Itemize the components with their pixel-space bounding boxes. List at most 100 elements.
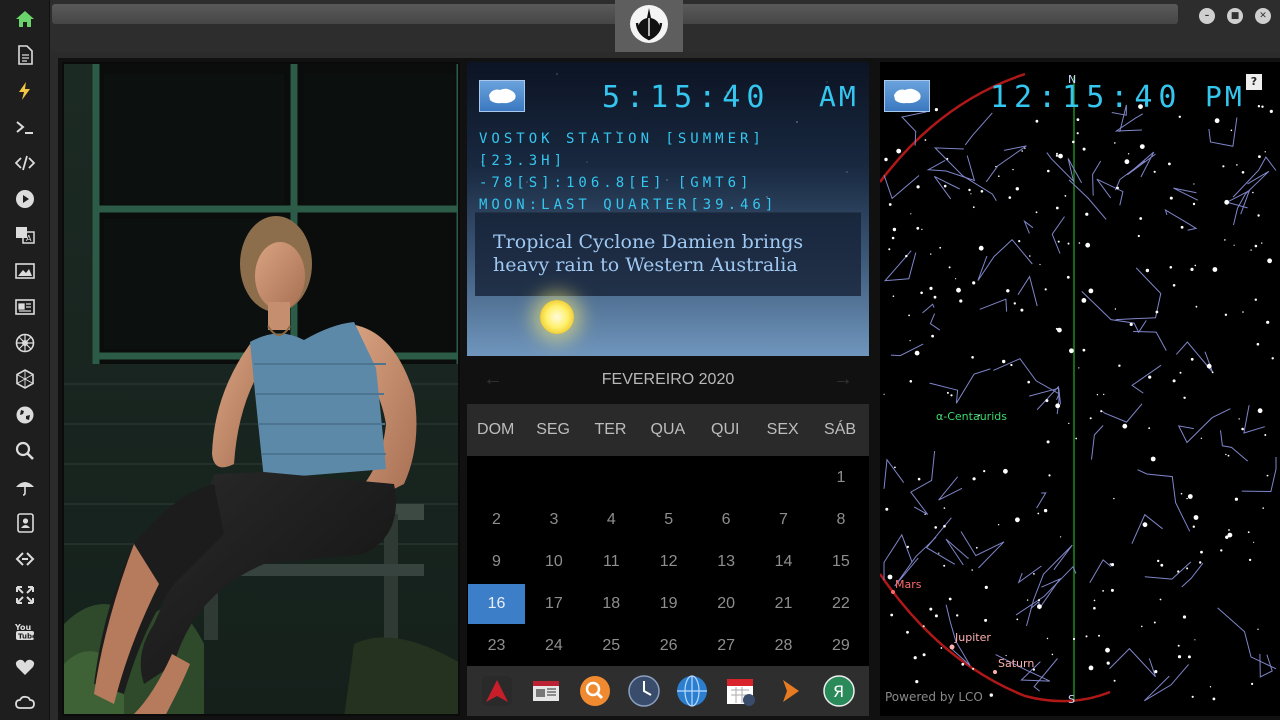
saturn-label[interactable]: Saturn	[998, 657, 1034, 670]
star	[1103, 393, 1105, 396]
news-box[interactable]: Tropical Cyclone Damien brings heavy rai…	[475, 212, 861, 296]
cloud-icon[interactable]	[12, 690, 38, 716]
calendar-day[interactable]: 18	[583, 584, 640, 624]
calendar-day[interactable]: 27	[698, 626, 755, 666]
calendar-day[interactable]: 12	[640, 542, 697, 582]
sky-map-panel[interactable]: 12:15:40 PM ? N S α-Centaurids Mars Jupi…	[880, 62, 1280, 716]
newspaper-icon[interactable]	[12, 294, 38, 320]
calendar-day[interactable]: 8	[812, 500, 869, 540]
star	[1194, 639, 1196, 641]
expand-icon[interactable]	[12, 582, 38, 608]
calendar-day[interactable]: 19	[640, 584, 697, 624]
close-icon[interactable]: ✕	[1255, 8, 1271, 24]
local-ampm: AM	[819, 80, 859, 113]
calendar-day[interactable]: 11	[583, 542, 640, 582]
newspaper-icon[interactable]	[529, 674, 563, 708]
arrow-right-icon[interactable]: →	[833, 368, 853, 391]
minimize-icon[interactable]: –	[1199, 8, 1215, 24]
saturn-marker[interactable]	[993, 670, 997, 674]
yandex-icon[interactable]: Я	[822, 674, 856, 708]
calendar-day[interactable]: 14	[755, 542, 812, 582]
constellation-line	[1220, 430, 1249, 462]
constellation-line	[1241, 457, 1277, 493]
jupiter-label[interactable]: Jupiter	[955, 631, 991, 644]
calendar-day[interactable]: 25	[583, 626, 640, 666]
news-headline[interactable]: Tropical Cyclone Damien brings heavy rai…	[493, 231, 833, 277]
calendar-day[interactable]: 26	[640, 626, 697, 666]
globe-icon[interactable]	[12, 402, 38, 428]
calendar-day[interactable]: 28	[755, 626, 812, 666]
weekday-label: TER	[594, 421, 627, 438]
calendar-day[interactable]: 17	[525, 584, 582, 624]
star	[1110, 588, 1114, 592]
star	[1088, 288, 1094, 294]
link-icon[interactable]	[12, 546, 38, 572]
mars-label[interactable]: Mars	[895, 578, 922, 591]
star	[1257, 214, 1260, 217]
play-arrow-icon[interactable]	[773, 674, 807, 708]
calendar-widget: ← FEVEREIRO 2020 → DOM SEG TER QUA QUI S…	[467, 356, 869, 666]
calendar-day[interactable]: 22	[812, 584, 869, 624]
document-icon[interactable]	[12, 42, 38, 68]
star	[1177, 655, 1182, 659]
code-icon[interactable]	[12, 150, 38, 176]
star	[891, 236, 895, 240]
galactic-empire-icon[interactable]	[12, 330, 38, 356]
calendar-day[interactable]: 9	[468, 542, 525, 582]
constellation-line	[1017, 275, 1038, 307]
play-icon[interactable]	[12, 186, 38, 212]
star-chart[interactable]	[880, 62, 1280, 716]
centaurids-label[interactable]: α-Centaurids	[936, 410, 1007, 423]
calendar-day[interactable]: 29	[812, 626, 869, 666]
arrow-left-icon[interactable]: ←	[483, 368, 503, 391]
calendar-day[interactable]: 20	[698, 584, 755, 624]
magnifier-icon[interactable]	[578, 674, 612, 708]
star	[972, 206, 975, 209]
star	[884, 157, 888, 162]
calendar-day[interactable]: 5	[640, 500, 697, 540]
calendar-icon[interactable]	[724, 674, 758, 708]
calendar-day[interactable]: 15	[812, 542, 869, 582]
star	[1187, 494, 1193, 499]
contacts-icon[interactable]	[12, 510, 38, 536]
jupiter-marker[interactable]	[949, 644, 955, 650]
calendar-day-today[interactable]: 16	[468, 584, 525, 624]
search-icon[interactable]	[12, 438, 38, 464]
calendar-day[interactable]: 1	[812, 458, 869, 498]
maximize-icon[interactable]: ■	[1227, 8, 1243, 24]
red-arrow-icon[interactable]	[480, 674, 514, 708]
calendar-day[interactable]: 6	[698, 500, 755, 540]
calendar-day[interactable]: 13	[698, 542, 755, 582]
calendar-day[interactable]: 21	[755, 584, 812, 624]
star	[1264, 434, 1267, 436]
star	[1148, 427, 1151, 430]
hexagon-icon[interactable]	[12, 366, 38, 392]
constellation-line	[1109, 647, 1156, 678]
help-button[interactable]: ?	[1246, 74, 1262, 90]
heart-icon[interactable]	[12, 654, 38, 680]
emblem-tab[interactable]	[615, 0, 683, 52]
image-icon[interactable]	[12, 258, 38, 284]
terminal-icon[interactable]	[12, 114, 38, 140]
star	[1155, 310, 1159, 314]
translate-icon[interactable]: A	[12, 222, 38, 248]
calendar-day[interactable]: 2	[468, 500, 525, 540]
home-icon[interactable]	[12, 6, 38, 32]
star	[1029, 255, 1031, 257]
star	[978, 245, 984, 251]
calendar-day[interactable]: 4	[583, 500, 640, 540]
youtube-icon[interactable]: You Tube	[12, 618, 38, 644]
globe-icon[interactable]	[675, 674, 709, 708]
local-time: 5:15:40	[602, 80, 771, 115]
clock-icon[interactable]	[627, 674, 661, 708]
umbrella-icon[interactable]	[12, 474, 38, 500]
photo-of-woman	[62, 62, 460, 716]
calendar-day[interactable]: 10	[525, 542, 582, 582]
calendar-day[interactable]: 7	[755, 500, 812, 540]
calendar-day[interactable]: 23	[468, 626, 525, 666]
calendar-day[interactable]: 3	[525, 500, 582, 540]
powered-by[interactable]: Powered by LCO	[885, 690, 983, 704]
star	[975, 546, 978, 549]
lightning-icon[interactable]	[12, 78, 38, 104]
calendar-day[interactable]: 24	[525, 626, 582, 666]
